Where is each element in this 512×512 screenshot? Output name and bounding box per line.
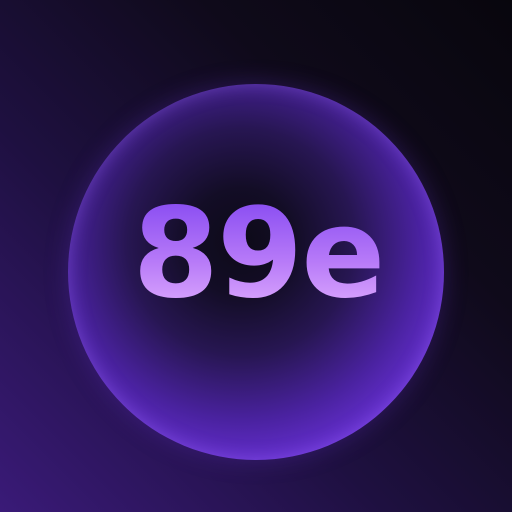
logo-wordmark: 89e <box>133 182 386 326</box>
app-icon: 89e <box>0 0 512 512</box>
logo-text: 89e <box>133 182 384 326</box>
